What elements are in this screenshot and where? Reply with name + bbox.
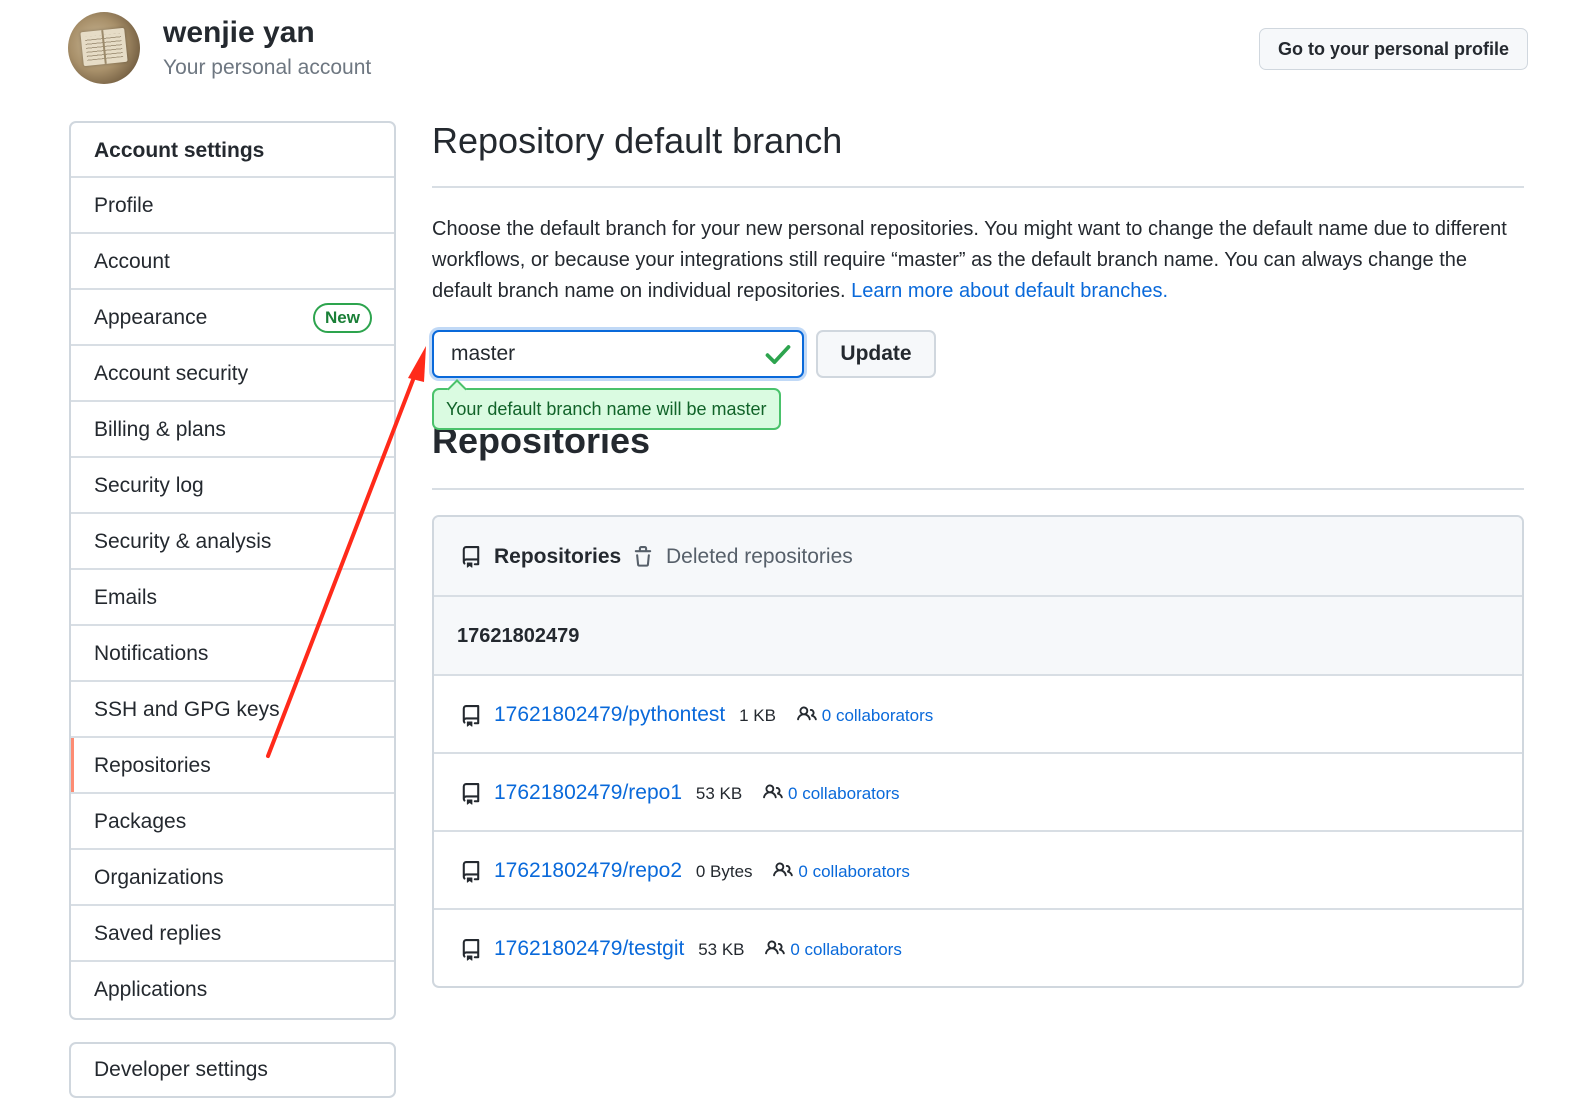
sidebar-item-security-log[interactable]: Security log xyxy=(71,458,394,514)
sidebar-item-repositories[interactable]: Repositories xyxy=(71,738,394,794)
people-icon xyxy=(796,706,817,721)
account-header: wenjie yan Your personal account Go to y… xyxy=(68,12,1528,92)
sidebar-item-label: Billing & plans xyxy=(94,418,226,441)
repo-icon xyxy=(462,783,480,805)
default-branch-description: Choose the default branch for your new p… xyxy=(432,214,1512,307)
collaborators-link[interactable]: 0 collaborators xyxy=(762,755,900,833)
collaborators-label: 0 collaborators xyxy=(821,706,934,725)
repo-row: 17621802479/repo1 53 KB 0 collaborators xyxy=(434,754,1522,832)
repo-row: 17621802479/repo2 0 Bytes 0 collaborator… xyxy=(434,832,1522,910)
check-icon xyxy=(765,345,791,365)
trash-icon xyxy=(634,546,652,567)
sidebar-item-label: SSH and GPG keys xyxy=(94,698,280,721)
collaborators-label: 0 collaborators xyxy=(788,784,900,803)
branch-name-tooltip: Your default branch name will be master xyxy=(432,388,781,430)
repo-size: 53 KB xyxy=(698,940,745,959)
repo-size: 53 KB xyxy=(695,784,743,803)
default-branch-input[interactable] xyxy=(432,330,804,378)
settings-sidebar: Account settings Profile Account Appeara… xyxy=(69,121,396,1020)
tab-repositories[interactable]: Repositories xyxy=(460,517,621,597)
sidebar-item-label: Repositories xyxy=(94,754,211,777)
sidebar-item-appearance[interactable]: Appearance New xyxy=(71,290,394,346)
user-subtitle: Your personal account xyxy=(163,56,372,79)
sidebar-item-security-analysis[interactable]: Security & analysis xyxy=(71,514,394,570)
tab-deleted-repositories[interactable]: Deleted repositories xyxy=(632,517,853,597)
repo-icon xyxy=(462,546,480,568)
repo-row: 17621802479/testgit 53 KB 0 collaborator… xyxy=(434,910,1522,986)
collaborators-label: 0 collaborators xyxy=(790,940,902,959)
repo-size: 1 KB xyxy=(739,706,776,725)
learn-more-link[interactable]: Learn more about default branches. xyxy=(851,280,1168,302)
collaborators-label: 0 collaborators xyxy=(798,862,910,881)
repositories-box: Repositories Deleted repositories 176218… xyxy=(432,515,1524,988)
tab-label: Deleted repositories xyxy=(666,545,853,568)
repo-icon xyxy=(462,939,480,961)
people-icon xyxy=(765,940,786,955)
sidebar-item-label: Account xyxy=(94,250,170,273)
sidebar-item-label: Appearance xyxy=(94,306,208,329)
sidebar-item-label: Applications xyxy=(94,978,208,1001)
sidebar-item-emails[interactable]: Emails xyxy=(71,570,394,626)
tab-label: Repositories xyxy=(494,545,622,568)
repo-link[interactable]: 17621802479/repo2 xyxy=(494,859,682,882)
repositories-title: Repositories xyxy=(432,420,1524,490)
repo-size: 0 Bytes xyxy=(695,862,753,881)
collaborators-link[interactable]: 0 collaborators xyxy=(764,911,902,986)
repo-row: 17621802479/pythontest 1 KB 0 collaborat… xyxy=(434,676,1522,754)
sidebar-item-saved-replies[interactable]: Saved replies xyxy=(71,906,394,962)
repo-owner-heading: 17621802479 xyxy=(434,597,1522,676)
sidebar-item-label: Account security xyxy=(94,362,249,385)
default-branch-title: Repository default branch xyxy=(432,120,1524,188)
sidebar-item-account-security[interactable]: Account security xyxy=(71,346,394,402)
update-button[interactable]: Update xyxy=(816,330,936,378)
sidebar-item-ssh-gpg-keys[interactable]: SSH and GPG keys xyxy=(71,682,394,738)
main-content: Repository default branch Choose the def… xyxy=(432,120,1524,988)
sidebar-item-developer-settings[interactable]: Developer settings xyxy=(69,1042,396,1098)
sidebar-item-label: Security log xyxy=(94,474,204,497)
sidebar-item-organizations[interactable]: Organizations xyxy=(71,850,394,906)
sidebar-item-label: Security & analysis xyxy=(94,530,272,553)
sidebar-item-profile[interactable]: Profile xyxy=(71,178,394,234)
repositories-tabs: Repositories Deleted repositories xyxy=(434,517,1522,597)
sidebar-item-label: Saved replies xyxy=(94,922,222,945)
sidebar-item-label: Notifications xyxy=(94,642,209,665)
avatar[interactable] xyxy=(68,12,140,84)
people-icon xyxy=(763,784,783,799)
new-badge: New xyxy=(313,303,372,333)
sidebar-item-applications[interactable]: Applications xyxy=(71,962,394,1018)
people-icon xyxy=(773,862,794,877)
collaborators-link[interactable]: 0 collaborators xyxy=(796,677,934,755)
repo-icon xyxy=(462,861,480,883)
sidebar-item-packages[interactable]: Packages xyxy=(71,794,394,850)
sidebar-item-billing[interactable]: Billing & plans xyxy=(71,402,394,458)
collaborators-link[interactable]: 0 collaborators xyxy=(772,833,910,911)
sidebar-item-notifications[interactable]: Notifications xyxy=(71,626,394,682)
sidebar-item-label: Profile xyxy=(94,194,154,217)
repo-link[interactable]: 17621802479/testgit xyxy=(494,937,684,960)
sidebar-item-label: Packages xyxy=(94,810,187,833)
repo-link[interactable]: 17621802479/repo1 xyxy=(494,781,682,804)
sidebar-item-label: Organizations xyxy=(94,866,224,889)
sidebar-heading: Account settings xyxy=(71,123,394,178)
user-name[interactable]: wenjie yan xyxy=(163,16,315,50)
default-branch-form: Update xyxy=(432,330,1032,380)
go-to-profile-button[interactable]: Go to your personal profile xyxy=(1258,28,1528,70)
sidebar-item-label: Emails xyxy=(94,586,158,609)
sidebar-item-account[interactable]: Account xyxy=(71,234,394,290)
repo-icon xyxy=(462,705,480,727)
repo-link[interactable]: 17621802479/pythontest xyxy=(494,703,725,726)
